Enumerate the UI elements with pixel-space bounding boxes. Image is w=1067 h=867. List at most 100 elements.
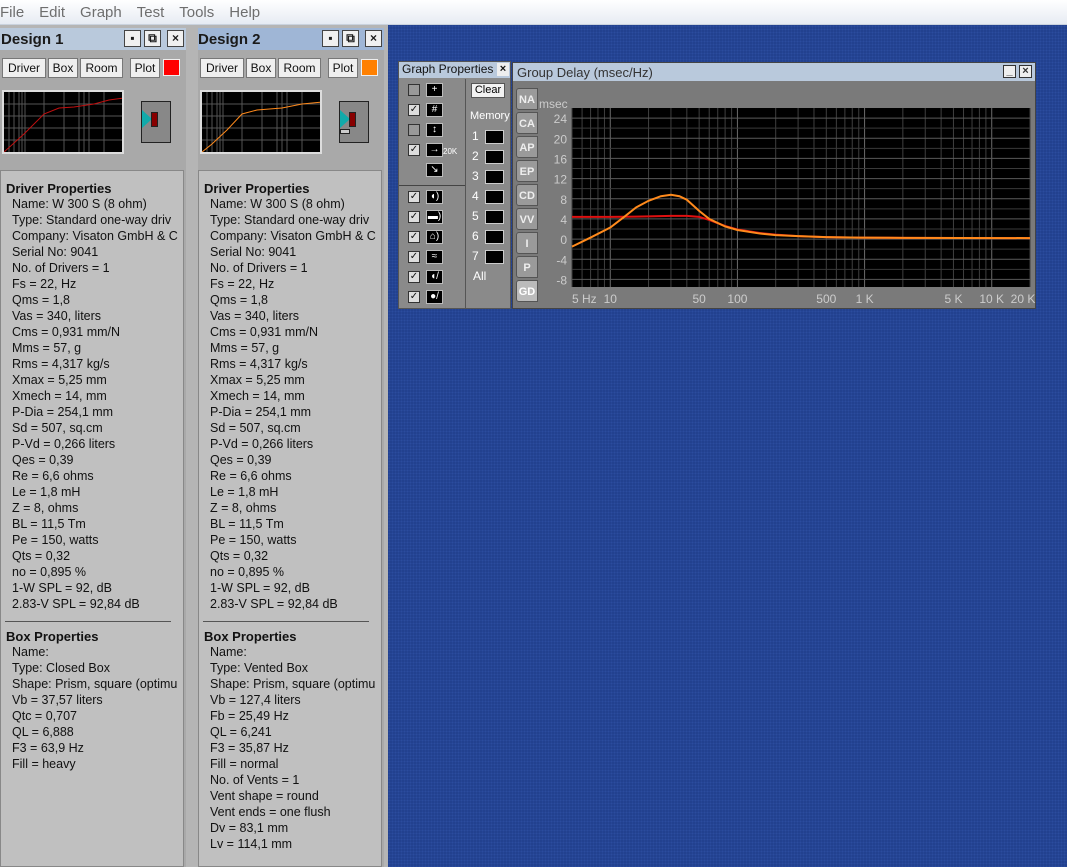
box-property: Vent ends = one flush bbox=[210, 805, 331, 819]
driver-property: Cms = 0,931 mm/N bbox=[12, 325, 121, 339]
room-button[interactable]: Room bbox=[278, 58, 321, 78]
driver-property: Xmax = 5,25 mm bbox=[12, 373, 107, 387]
driver-property: P-Dia = 254,1 mm bbox=[12, 405, 114, 419]
y-tick-label: 4 bbox=[560, 213, 567, 227]
x-tick-label: 1 K bbox=[856, 292, 874, 306]
memory-slot-7[interactable] bbox=[485, 250, 504, 264]
checkbox[interactable] bbox=[408, 124, 420, 136]
checkbox[interactable] bbox=[408, 84, 420, 96]
clear-button[interactable]: Clear bbox=[471, 83, 505, 98]
copy-icon[interactable]: ⧉ bbox=[144, 30, 161, 47]
driver-property: Qms = 1,8 bbox=[12, 293, 71, 307]
checkbox[interactable]: ✓ bbox=[408, 231, 420, 243]
checkbox[interactable]: ✓ bbox=[408, 271, 420, 283]
box-property: Fill = heavy bbox=[12, 757, 76, 771]
grid-icon[interactable]: # bbox=[426, 103, 443, 117]
save-icon[interactable]: ▪ bbox=[124, 30, 141, 47]
response-thumbnail[interactable] bbox=[200, 90, 322, 154]
menu-tools[interactable]: Tools bbox=[179, 4, 214, 21]
box-property: Name: bbox=[12, 645, 49, 659]
y-axis-label: msec bbox=[539, 97, 568, 111]
port-response-icon[interactable]: ●/ bbox=[426, 290, 443, 304]
menu-bar: File Edit Graph Test Tools Help bbox=[0, 0, 1067, 25]
checkbox[interactable]: ✓ bbox=[408, 144, 420, 156]
driver-property: Re = 6,6 ohms bbox=[210, 469, 292, 483]
memory-slot-3[interactable] bbox=[485, 170, 504, 184]
driver-property: 2.83-V SPL = 92,84 dB bbox=[12, 597, 140, 611]
divider bbox=[5, 621, 171, 622]
graph-properties-title-bar: Graph Properties × bbox=[399, 62, 510, 78]
memory-slot-label: 5 bbox=[472, 209, 479, 223]
menu-graph[interactable]: Graph bbox=[80, 4, 122, 21]
box-button[interactable]: Box bbox=[48, 58, 78, 78]
driver-property: Xmech = 14, mm bbox=[12, 389, 107, 403]
driver-property: Name: W 300 S (8 ohm) bbox=[210, 197, 345, 211]
driver-property: Qes = 0,39 bbox=[210, 453, 272, 467]
box-button[interactable]: Box bbox=[246, 58, 276, 78]
close-icon[interactable]: × bbox=[167, 30, 184, 47]
checkbox[interactable]: ✓ bbox=[408, 251, 420, 263]
menu-help[interactable]: Help bbox=[229, 4, 260, 21]
driver-properties-heading: Driver Properties bbox=[204, 181, 310, 196]
autoscale-icon[interactable]: ↕ bbox=[426, 123, 443, 137]
driver-property: 1-W SPL = 92, dB bbox=[12, 581, 112, 595]
checkbox[interactable]: ✓ bbox=[408, 191, 420, 203]
zoom-icon[interactable]: ↘ bbox=[426, 163, 443, 177]
crossover-icon[interactable]: ≈ bbox=[426, 250, 443, 264]
plot-button[interactable]: Plot bbox=[130, 58, 160, 78]
divider bbox=[203, 621, 369, 622]
close-icon[interactable]: × bbox=[497, 63, 509, 76]
memory-all-button[interactable]: All bbox=[473, 269, 486, 283]
y-tick-label: 24 bbox=[554, 112, 568, 126]
memory-slot-6[interactable] bbox=[485, 230, 504, 244]
memory-slot-4[interactable] bbox=[485, 190, 504, 204]
plot-color-swatch[interactable] bbox=[163, 59, 180, 76]
memory-slot-5[interactable] bbox=[485, 210, 504, 224]
memory-slot-2[interactable] bbox=[485, 150, 504, 164]
plot-button[interactable]: Plot bbox=[328, 58, 358, 78]
driver-property: Name: W 300 S (8 ohm) bbox=[12, 197, 147, 211]
vented-box-icon[interactable] bbox=[339, 101, 369, 143]
box-icon[interactable]: ▬) bbox=[426, 210, 443, 224]
checkbox[interactable]: ✓ bbox=[408, 104, 420, 116]
driver-button[interactable]: Driver bbox=[200, 58, 244, 78]
response-thumbnail[interactable] bbox=[2, 90, 124, 154]
save-icon[interactable]: ▪ bbox=[322, 30, 339, 47]
box-property: Type: Vented Box bbox=[210, 661, 308, 675]
design-title: Design 1 bbox=[1, 31, 64, 48]
menu-test[interactable]: Test bbox=[137, 4, 165, 21]
speaker-icon[interactable]: ◖) bbox=[426, 190, 443, 204]
divider bbox=[465, 79, 466, 309]
group-delay-title-bar: Group Delay (msec/Hz) _ × bbox=[513, 63, 1035, 81]
group-delay-chart: msec24 20 16 12 8 4 0 -4 -8 5 Hz 10 50 100 500 1 K 5 K 1… bbox=[539, 97, 1035, 306]
box-property: QL = 6,241 bbox=[210, 725, 272, 739]
driver-property: Company: Visaton GmbH & C bbox=[210, 229, 376, 243]
design-panel-1: Design 1 ▪ ⧉ × Driver Box Room Plot Driver Prope… bbox=[0, 28, 186, 867]
memory-slot-label: 1 bbox=[472, 129, 479, 143]
driver-property: Z = 8, ohms bbox=[210, 501, 277, 515]
box-property: Type: Closed Box bbox=[12, 661, 110, 675]
driver-property: Mms = 57, g bbox=[210, 341, 280, 355]
range-20k-icon[interactable]: → bbox=[426, 143, 443, 157]
closed-box-icon[interactable] bbox=[141, 101, 171, 143]
close-icon[interactable]: × bbox=[1019, 65, 1032, 78]
plot-color-swatch[interactable] bbox=[361, 59, 378, 76]
menu-file[interactable]: File bbox=[0, 4, 24, 21]
x-tick-label: 10 K bbox=[979, 292, 1004, 306]
close-icon[interactable]: × bbox=[365, 30, 382, 47]
minimize-icon[interactable]: _ bbox=[1003, 65, 1016, 78]
copy-icon[interactable]: ⧉ bbox=[342, 30, 359, 47]
checkbox[interactable]: ✓ bbox=[408, 211, 420, 223]
crosshair-icon[interactable]: + bbox=[426, 83, 443, 97]
driver-property: P-Dia = 254,1 mm bbox=[210, 405, 312, 419]
room-button[interactable]: Room bbox=[80, 58, 123, 78]
driver-button[interactable]: Driver bbox=[2, 58, 46, 78]
memory-slot-1[interactable] bbox=[485, 130, 504, 144]
room-icon[interactable]: ⌂) bbox=[426, 230, 443, 244]
driver-response-icon[interactable]: ◖/ bbox=[426, 270, 443, 284]
memory-slot-label: 7 bbox=[472, 249, 479, 263]
properties-panel: Driver Properties Name: W 300 S (8 ohm) Ty… bbox=[0, 170, 184, 867]
checkbox[interactable]: ✓ bbox=[408, 291, 420, 303]
menu-edit[interactable]: Edit bbox=[39, 4, 65, 21]
x-tick-label: 500 bbox=[816, 292, 836, 306]
